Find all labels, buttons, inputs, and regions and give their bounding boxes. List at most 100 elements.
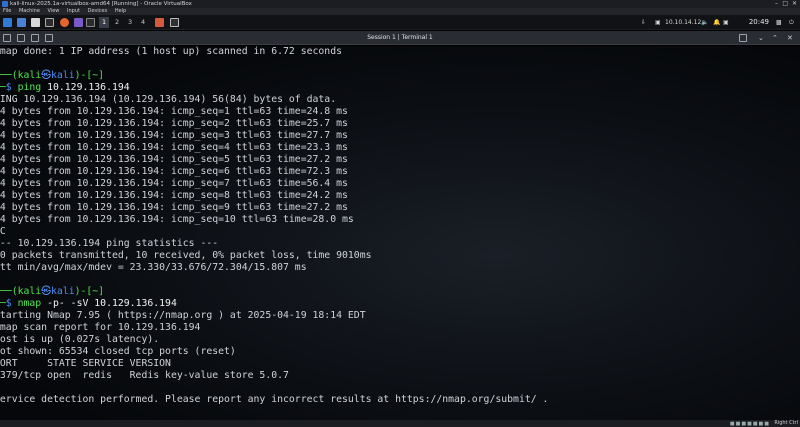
power-icon[interactable]: ⏻ <box>789 17 794 28</box>
terminal-text: 64 bytes from 10.129.136.194: icmp_seq=5… <box>0 154 348 165</box>
terminal-line: 64 bytes from 10.129.136.194: icmp_seq=5… <box>0 154 794 166</box>
terminal-line <box>0 274 794 286</box>
terminal-title-bar: Session 1 | Terminal 1 ⌄ ⌃ ✕ <box>0 31 800 45</box>
terminal-line: 64 bytes from 10.129.136.194: icmp_seq=8… <box>0 190 794 202</box>
terminal-line: Host is up (0.027s latency). <box>0 334 794 346</box>
terminal-line: Nmap done: 1 IP address (1 host up) scan… <box>0 46 794 58</box>
burp-icon[interactable] <box>155 18 164 27</box>
terminal-line: Starting Nmap 7.95 ( https://nmap.org ) … <box>0 310 794 322</box>
terminal-line: 64 bytes from 10.129.136.194: icmp_seq=7… <box>0 178 794 190</box>
workspace-3[interactable]: 3 <box>128 17 132 28</box>
lock-icon[interactable]: ▣ <box>723 17 729 28</box>
prompt-host: kali <box>51 70 75 81</box>
host-key-label: Right Ctrl <box>774 420 798 427</box>
terminal-text: 64 bytes from 10.129.136.194: icmp_seq=7… <box>0 178 348 189</box>
network-icon: ▣ <box>655 17 661 28</box>
terminal-line <box>0 58 794 70</box>
terminal-text: 64 bytes from 10.129.136.194: icmp_seq=6… <box>0 166 348 177</box>
prompt-command: ping <box>18 82 42 93</box>
terminal-line: Not shown: 65534 closed tcp ports (reset… <box>0 346 794 358</box>
virtualbox-icon <box>2 1 8 7</box>
kali-top-panel: 1 2 3 4 ⇩ ▣ 10.10.14.12 🔈 🔔 ▣ 20:49 ▩ ⏻ <box>0 15 800 30</box>
prompt-command: nmap <box>18 298 42 309</box>
panel-clock: 20:49 <box>749 17 769 28</box>
prompt-at: ㉿ <box>41 286 51 297</box>
menu-machine[interactable]: Machine <box>19 8 40 14</box>
prompt-dir: )-[~] <box>75 70 105 81</box>
vpn-ip-label: 10.10.14.12 <box>665 17 701 28</box>
volume-icon[interactable]: 🔈 <box>701 17 708 28</box>
workspace-4[interactable]: 4 <box>141 17 145 28</box>
terminal-line: 10 packets transmitted, 10 received, 0% … <box>0 250 794 262</box>
terminal-line: ┌──(kali㉿kali)-[~] <box>0 286 794 298</box>
terminal-text: 64 bytes from 10.129.136.194: icmp_seq=8… <box>0 190 348 201</box>
terminal-line: Service detection performed. Please repo… <box>0 394 794 406</box>
firefox-icon[interactable] <box>60 18 69 27</box>
vbox-status-bar: ■■■■■■■ Right Ctrl <box>0 420 800 427</box>
terminal-line: PORT STATE SERVICE VERSION <box>0 358 794 370</box>
menu-input[interactable]: Input <box>67 8 80 14</box>
terminal-line: --- 10.129.136.194 ping statistics --- <box>0 238 794 250</box>
prompt-dollar: $ <box>6 82 18 93</box>
prompt-at: ㉿ <box>41 70 51 81</box>
terminal-text: 64 bytes from 10.129.136.194: icmp_seq=3… <box>0 130 348 141</box>
terminal-line: 64 bytes from 10.129.136.194: icmp_seq=4… <box>0 142 794 154</box>
terminal-launcher-icon-2[interactable] <box>86 18 95 27</box>
download-icon[interactable]: ⇩ <box>641 17 646 28</box>
terminal-window-icon[interactable] <box>170 18 179 27</box>
terminal-text: Host is up (0.027s latency). <box>0 334 159 345</box>
terminal-line <box>0 382 794 394</box>
terminal-text: Not shown: 65534 closed tcp ports (reset… <box>0 346 236 357</box>
terminal-title: Session 1 | Terminal 1 <box>0 31 800 45</box>
terminal-text: 64 bytes from 10.129.136.194: icmp_seq=1… <box>0 106 348 117</box>
app-launcher-icon[interactable] <box>74 18 83 27</box>
terminal-line: ┌──(kali㉿kali)-[~] <box>0 70 794 82</box>
terminal-output[interactable]: Nmap done: 1 IP address (1 host up) scan… <box>0 46 800 427</box>
terminal-text: Service detection performed. Please repo… <box>0 394 548 405</box>
terminal-close-icon[interactable]: ✕ <box>787 33 793 43</box>
terminal-line: 64 bytes from 10.129.136.194: icmp_seq=6… <box>0 166 794 178</box>
terminal-text: Starting Nmap 7.95 ( https://nmap.org ) … <box>0 310 366 321</box>
terminal-minimize-icon[interactable]: ⌄ <box>758 33 764 43</box>
prompt-dir: )-[~] <box>75 286 105 297</box>
workspace-1[interactable]: 1 <box>99 17 109 28</box>
search-icon[interactable] <box>739 34 747 42</box>
show-desktop-icon[interactable] <box>17 18 26 27</box>
terminal-line: └─$ nmap -p- -sV 10.129.136.194 <box>0 298 794 310</box>
terminal-text: PORT STATE SERVICE VERSION <box>0 358 171 369</box>
vbox-device-icons: ■■■■■■■ <box>730 421 770 427</box>
workspace-2[interactable]: 2 <box>115 17 119 28</box>
maximize-icon[interactable]: □ <box>782 0 788 8</box>
kali-menu-icon[interactable] <box>3 18 12 27</box>
lock-screen-icon[interactable]: ▩ <box>776 17 782 28</box>
menu-help[interactable]: Help <box>115 8 126 14</box>
terminal-text: 6379/tcp open redis Redis key-value stor… <box>0 370 289 381</box>
terminal-maximize-icon[interactable]: ⌃ <box>772 33 778 43</box>
prompt-args: -p- -sV 10.129.136.194 <box>47 298 177 309</box>
terminal-text: --- 10.129.136.194 ping statistics --- <box>0 238 218 249</box>
terminal-line: 64 bytes from 10.129.136.194: icmp_seq=2… <box>0 118 794 130</box>
terminal-text: 64 bytes from 10.129.136.194: icmp_seq=1… <box>0 214 354 225</box>
prompt-user: (kali <box>12 70 42 81</box>
terminal-line: 6379/tcp open redis Redis key-value stor… <box>0 370 794 382</box>
terminal-line: rtt min/avg/max/mdev = 23.330/33.676/72.… <box>0 262 794 274</box>
menu-devices[interactable]: Devices <box>88 8 108 14</box>
terminal-line: ^C <box>0 226 794 238</box>
prompt-corner: ┌── <box>0 70 12 81</box>
file-manager-icon[interactable] <box>31 18 40 27</box>
close-icon[interactable]: ✕ <box>792 0 797 8</box>
menu-file[interactable]: File <box>3 8 11 14</box>
terminal-text: Nmap scan report for 10.129.136.194 <box>0 322 200 333</box>
menu-view[interactable]: View <box>48 8 60 14</box>
notification-icon[interactable]: 🔔 <box>713 17 720 28</box>
terminal-line: └─$ ping 10.129.136.194 <box>0 82 794 94</box>
terminal-line: 64 bytes from 10.129.136.194: icmp_seq=1… <box>0 106 794 118</box>
terminal-launcher-icon[interactable] <box>45 18 54 27</box>
minimize-icon[interactable]: – <box>775 0 778 8</box>
terminal-text: 64 bytes from 10.129.136.194: icmp_seq=9… <box>0 202 348 213</box>
terminal-line: 64 bytes from 10.129.136.194: icmp_seq=9… <box>0 202 794 214</box>
vbox-title-bar: kali-linux-2025.1a-virtualbox-amd64 [Run… <box>0 0 800 8</box>
terminal-line: Nmap scan report for 10.129.136.194 <box>0 322 794 334</box>
terminal-line: 64 bytes from 10.129.136.194: icmp_seq=1… <box>0 214 794 226</box>
terminal-text: 64 bytes from 10.129.136.194: icmp_seq=4… <box>0 142 348 153</box>
